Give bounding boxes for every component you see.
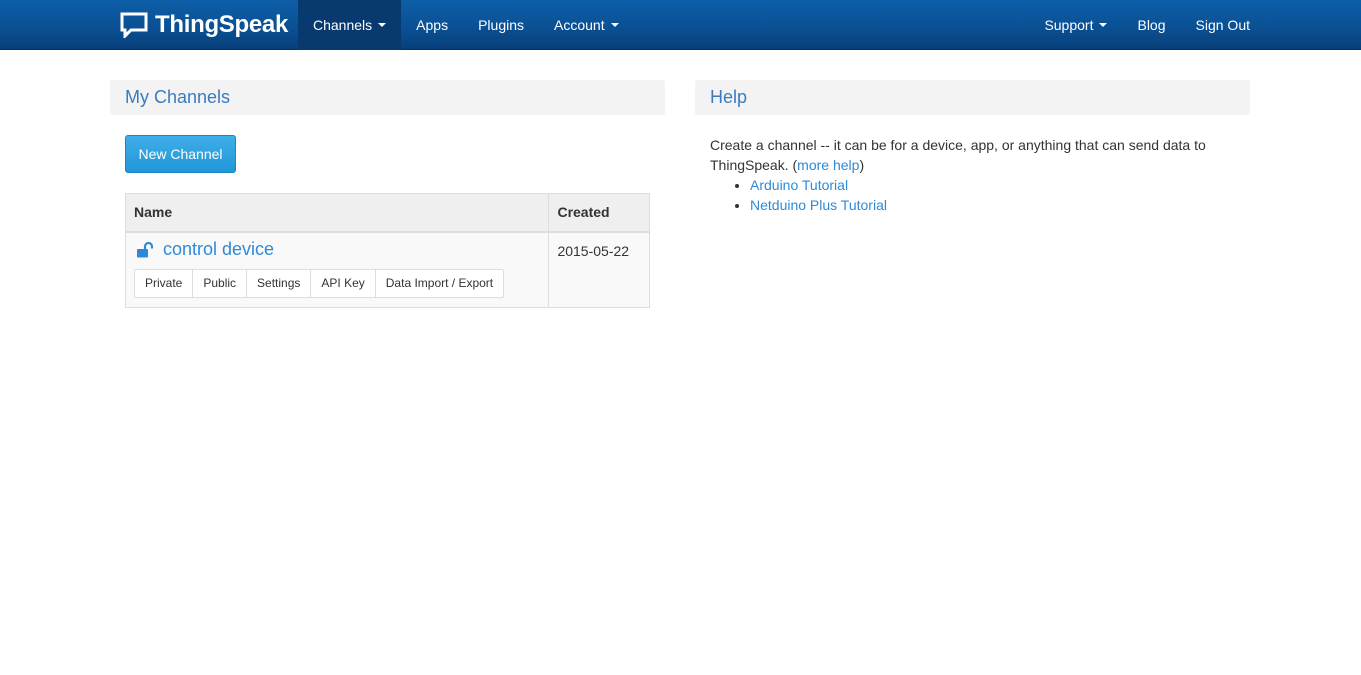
nav-plugins-label: Plugins [478,17,524,33]
public-view-button[interactable]: Public [192,268,248,298]
nav-plugins[interactable]: Plugins [463,0,539,50]
nav-apps[interactable]: Apps [401,0,463,50]
nav-channels-label: Channels [313,17,373,33]
help-text-before: Create a channel -- it can be for a devi… [710,137,1206,173]
nav-sign-out-label: Sign Out [1195,17,1250,33]
nav-apps-label: Apps [416,17,449,33]
nav-blog[interactable]: Blog [1122,0,1180,50]
channel-created-date: 2015-05-22 [548,231,650,308]
settings-button[interactable]: Settings [246,268,312,298]
brand-name: ThingSpeak [155,11,289,38]
table-row: control device Private Public Settings A… [124,231,650,308]
help-text: Create a channel -- it can be for a devi… [710,135,1240,175]
my-channels-header: My Channels [110,80,665,115]
help-header: Help [695,80,1250,115]
private-view-button[interactable]: Private [134,268,194,298]
top-navbar: ThingSpeak Channels Apps Plugins Account… [0,0,1361,50]
my-channels-title: My Channels [125,87,231,107]
channels-table: Name Created control device Private Publ… [124,193,650,308]
column-header-name: Name [124,193,550,233]
nav-support[interactable]: Support [1029,0,1122,50]
table-header-row: Name Created [124,193,650,233]
channel-link[interactable]: control device [163,239,274,260]
nav-blog-label: Blog [1137,17,1166,33]
arduino-tutorial-link[interactable]: Arduino Tutorial [750,177,848,193]
data-import-export-button[interactable]: Data Import / Export [374,268,505,298]
caret-down-icon [610,23,619,27]
nav-support-label: Support [1044,17,1094,33]
nav-right-menu: Support Blog Sign Out [1029,0,1265,50]
nav-account[interactable]: Account [539,0,634,50]
column-header-created: Created [548,193,650,233]
speech-bubble-icon [120,12,148,38]
caret-down-icon [378,23,387,27]
brand-logo-link[interactable]: ThingSpeak [120,0,288,50]
unlock-icon [137,241,154,257]
list-item: Arduino Tutorial [750,175,1240,195]
more-help-link[interactable]: more help [797,157,859,173]
channel-title: control device [134,239,540,261]
channel-name-cell: control device Private Public Settings A… [124,231,550,308]
netduino-plus-tutorial-link[interactable]: Netduino Plus Tutorial [750,197,887,213]
list-item: Netduino Plus Tutorial [750,195,1240,215]
nav-sign-out[interactable]: Sign Out [1181,0,1265,50]
api-key-button[interactable]: API Key [310,268,376,298]
help-links-list: Arduino Tutorial Netduino Plus Tutorial [710,175,1240,215]
help-title: Help [710,87,748,107]
new-channel-button[interactable]: New Channel [125,135,236,173]
channel-actions: Private Public Settings API Key Data Imp… [134,268,540,298]
caret-down-icon [1099,23,1108,27]
nav-account-label: Account [554,17,605,33]
nav-left-menu: Channels Apps Plugins Account [298,0,634,50]
help-text-after: ) [859,157,865,173]
help-body: Create a channel -- it can be for a devi… [710,135,1240,215]
nav-channels[interactable]: Channels [298,0,402,50]
